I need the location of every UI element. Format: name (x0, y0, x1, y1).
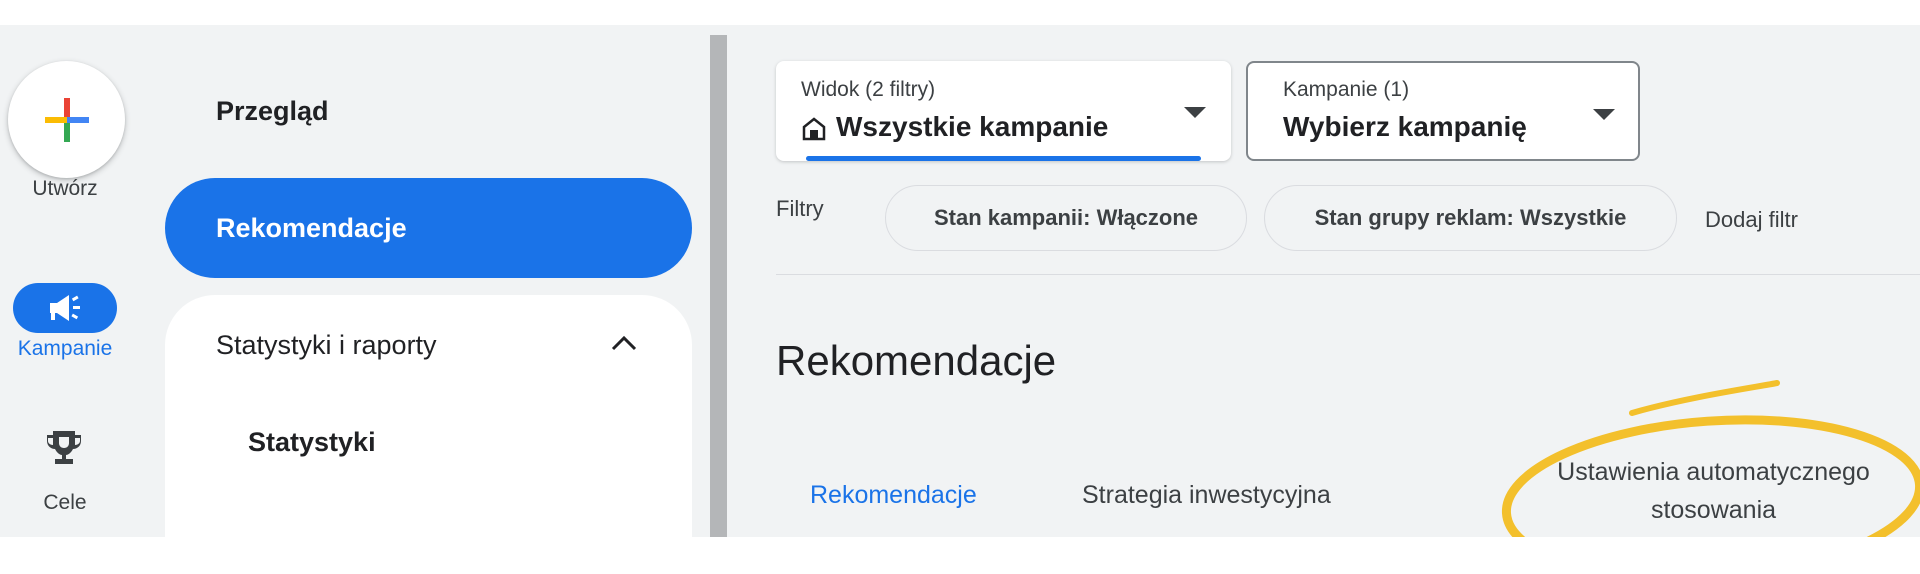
tab-auto-apply-settings[interactable]: Ustawienia automatycznego stosowania (1507, 453, 1920, 529)
campaign-dropdown-value: Wybierz kampanię (1283, 111, 1527, 142)
nav-item-overview[interactable]: Przegląd (165, 61, 692, 161)
nav-item-label: Rekomendacje (216, 212, 407, 243)
caret-down-icon (1184, 107, 1206, 118)
stats-reports-group: Statystyki i raporty Statystyki (165, 295, 692, 537)
tab-investment-strategy[interactable]: Strategia inwestycyjna (1082, 481, 1331, 510)
create-label: Utwórz (32, 177, 98, 200)
active-underline (806, 156, 1201, 161)
campaigns-rail-button[interactable] (13, 283, 117, 333)
view-dropdown-label: Widok (2 filtry) (801, 78, 936, 101)
google-ads-app: Utwórz Kampanie Cele Przegląd Rekomendac… (0, 25, 1920, 537)
campaign-dropdown[interactable]: Kampanie (1) Wybierz kampanię (1246, 61, 1640, 161)
nav-item-label: Statystyki i raporty (216, 329, 437, 360)
panel-divider[interactable] (710, 35, 727, 537)
trophy-icon[interactable] (44, 428, 84, 468)
filter-chip-campaign-status[interactable]: Stan kampanii: Włączone (885, 185, 1247, 251)
nav-item-stats[interactable]: Statystyki (248, 427, 376, 458)
caret-down-icon (1593, 109, 1615, 120)
filters-label: Filtry (776, 196, 824, 221)
home-icon (802, 117, 826, 141)
goals-label: Cele (43, 491, 87, 514)
megaphone-icon (50, 295, 80, 321)
tab-recommendations[interactable]: Rekomendacje (810, 481, 977, 510)
left-rail: Utwórz Kampanie Cele (0, 25, 150, 537)
main-content: Widok (2 filtry) Wszystkie kampanie Kamp… (727, 25, 1920, 537)
view-dropdown[interactable]: Widok (2 filtry) Wszystkie kampanie (776, 61, 1231, 161)
page-title: Rekomendacje (776, 337, 1057, 384)
chevron-up-icon (611, 335, 637, 351)
nav-item-stats-reports[interactable]: Statystyki i raporty (165, 295, 692, 395)
view-dropdown-value: Wszystkie kampanie (836, 111, 1109, 142)
nav-item-label: Przegląd (216, 95, 329, 126)
divider (776, 274, 1920, 275)
campaign-dropdown-label: Kampanie (1) (1283, 78, 1410, 101)
filter-chip-adgroup-status[interactable]: Stan grupy reklam: Wszystkie (1264, 185, 1677, 251)
plus-icon (45, 98, 89, 142)
create-button[interactable] (8, 61, 125, 178)
campaigns-label: Kampanie (17, 337, 113, 360)
nav-panel: Przegląd Rekomendacje Statystyki i rapor… (150, 25, 710, 537)
add-filter-button[interactable]: Dodaj filtr (1705, 207, 1798, 233)
nav-item-recommendations[interactable]: Rekomendacje (165, 178, 692, 278)
